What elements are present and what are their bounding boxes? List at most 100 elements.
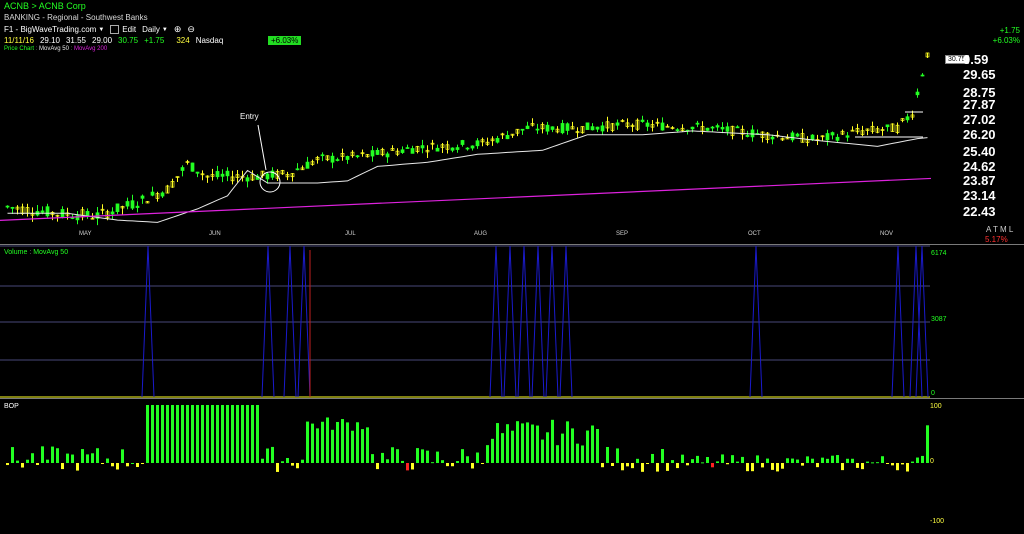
candle xyxy=(280,169,285,175)
bop-bar xyxy=(686,463,689,466)
candle xyxy=(680,124,685,132)
candle xyxy=(110,207,115,219)
candle-body xyxy=(140,195,145,199)
bop-bar xyxy=(591,425,594,463)
bop-bar xyxy=(861,463,864,470)
candle-body xyxy=(45,206,50,217)
candle xyxy=(620,119,625,123)
candle xyxy=(795,132,800,138)
bop-bar xyxy=(111,463,114,467)
bop-bar xyxy=(546,432,549,463)
bop-bar xyxy=(496,423,499,463)
candle-body xyxy=(475,140,480,147)
bop-bar xyxy=(136,463,139,468)
candle xyxy=(390,145,395,151)
candle xyxy=(890,123,895,132)
bop-bar xyxy=(526,422,529,463)
candle xyxy=(820,135,825,142)
candle-body xyxy=(335,159,340,161)
candle xyxy=(475,138,480,149)
bop-bar xyxy=(756,455,759,463)
candle xyxy=(375,147,380,156)
candle xyxy=(430,139,435,150)
candle-body xyxy=(715,125,720,128)
candle-body xyxy=(675,129,680,132)
bop-bar xyxy=(601,463,604,468)
candle xyxy=(380,147,385,157)
candle xyxy=(640,115,645,123)
candle xyxy=(130,194,135,210)
bop-bar xyxy=(46,459,49,463)
candle xyxy=(355,154,360,159)
bop-bar xyxy=(661,449,664,463)
candle xyxy=(690,126,695,133)
candle-body xyxy=(400,149,405,153)
bop-bar xyxy=(381,452,384,463)
candle xyxy=(340,148,345,161)
bop-bar xyxy=(446,463,449,467)
candle-body xyxy=(195,171,200,174)
candle xyxy=(120,205,125,215)
bop-bar xyxy=(901,463,904,465)
pane-divider[interactable] xyxy=(0,398,1024,399)
candle xyxy=(335,157,340,162)
chart-canvas[interactable] xyxy=(0,0,1024,534)
bop-bar xyxy=(366,427,369,463)
bop-bar xyxy=(431,462,434,464)
candle xyxy=(625,118,630,129)
bop-bar xyxy=(726,463,729,465)
bop-bar xyxy=(161,405,164,463)
bop-bar xyxy=(416,448,419,463)
volume-axis-label: 3087 xyxy=(931,316,947,323)
candle xyxy=(440,142,445,154)
volume-spike xyxy=(141,245,155,398)
bop-bar xyxy=(96,448,99,463)
bop-bar xyxy=(721,454,724,463)
candle xyxy=(175,176,180,183)
bop-bar xyxy=(831,455,834,463)
bop-bar xyxy=(31,453,34,463)
bop-bar xyxy=(626,463,629,467)
candle-body xyxy=(550,126,555,130)
candle-body xyxy=(160,192,165,197)
candle xyxy=(345,155,350,164)
candle xyxy=(160,191,165,199)
bop-bar xyxy=(271,446,274,463)
bop-bar xyxy=(401,460,404,463)
bop-bar xyxy=(231,405,234,463)
candle xyxy=(885,124,890,132)
legend-volume-ma: MovAvg 50 xyxy=(33,249,69,256)
bop-bar xyxy=(736,461,739,463)
candle xyxy=(870,121,875,134)
candle xyxy=(395,148,400,157)
candle-body xyxy=(695,122,700,125)
bop-bar xyxy=(451,463,454,467)
candle xyxy=(845,132,850,142)
month-label: JUL xyxy=(345,231,356,237)
candle xyxy=(360,149,365,157)
bop-bar xyxy=(346,422,349,463)
candle xyxy=(215,165,220,180)
candle xyxy=(875,126,880,134)
candle-body xyxy=(225,170,230,177)
bop-bar xyxy=(881,456,884,463)
bop-bar xyxy=(236,405,239,463)
candle xyxy=(50,211,55,221)
candle-body xyxy=(420,145,425,149)
pane-divider[interactable] xyxy=(0,244,1024,245)
candle xyxy=(635,118,640,132)
bop-bar xyxy=(91,453,94,463)
bop-bar xyxy=(616,448,619,463)
candle xyxy=(305,156,310,169)
candle-body xyxy=(460,140,465,145)
candle xyxy=(595,126,600,133)
candle-body xyxy=(520,128,525,131)
candle xyxy=(925,52,930,58)
candle xyxy=(75,211,80,225)
candle xyxy=(735,125,740,129)
bop-bar xyxy=(866,461,869,463)
candle xyxy=(685,129,690,135)
candle xyxy=(35,204,40,217)
candle-body xyxy=(265,173,270,180)
candle xyxy=(320,152,325,162)
